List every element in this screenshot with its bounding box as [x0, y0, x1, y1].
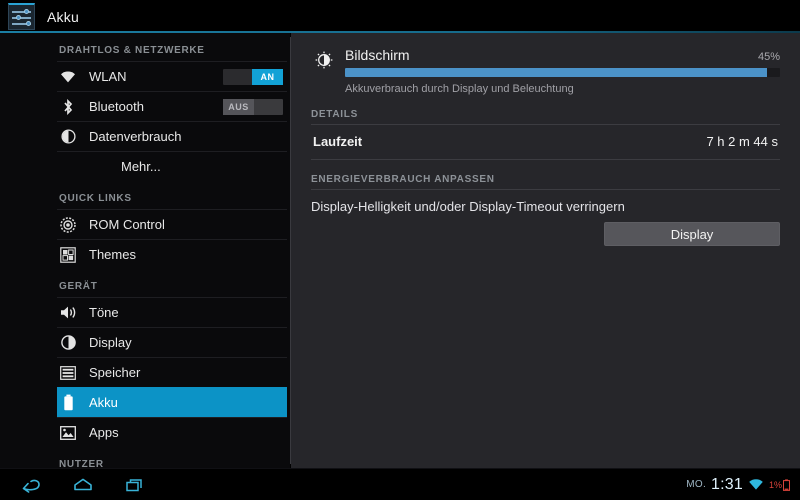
usage-progress-fill	[345, 68, 767, 77]
sidebar-item-mehr[interactable]: Mehr...	[57, 151, 287, 181]
sidebar-item-datenverbrauch[interactable]: Datenverbrauch	[57, 121, 287, 151]
sidebar-item-display[interactable]: Display	[57, 327, 287, 357]
sidebar-item-label: Display	[89, 335, 132, 350]
sidebar-item-label: Apps	[89, 425, 119, 440]
gear-icon	[57, 214, 79, 236]
display-button[interactable]: Display	[604, 222, 780, 246]
storage-icon	[57, 362, 79, 384]
wifi-status-icon	[748, 478, 764, 491]
home-icon[interactable]	[70, 474, 96, 496]
sidebar-item-label: Töne	[89, 305, 119, 320]
detail-row-value: 7 h 2 m 44 s	[706, 134, 778, 149]
battery-detail-panel: Bildschirm 45% Akkuverbrauch durch Displ…	[291, 33, 800, 468]
wlan-toggle-label: AN	[252, 68, 283, 85]
battery-level-label: 1%	[768, 479, 782, 490]
sidebar-item-label: Speicher	[89, 365, 141, 380]
sidebar-item-label: Akku	[89, 395, 118, 410]
system-navigation-bar: MO. 1:31 1%	[0, 468, 800, 500]
settings-sliders-icon[interactable]	[8, 3, 35, 30]
sidebar-item-themes[interactable]: Themes	[57, 239, 287, 269]
sidebar-item-speicher[interactable]: Speicher	[57, 357, 287, 387]
display-icon	[57, 332, 79, 354]
adjust-section-header: ENERGIEVERBRAUCH ANPASSEN	[311, 174, 780, 190]
battery-icon	[57, 392, 79, 414]
detail-row-laufzeit: Laufzeit 7 h 2 m 44 s	[311, 125, 780, 160]
sidebar-item-bluetooth[interactable]: Bluetooth AUS	[57, 91, 287, 121]
bluetooth-toggle[interactable]: AUS	[223, 98, 283, 115]
bluetooth-toggle-label: AUS	[223, 98, 254, 115]
data-usage-icon	[57, 126, 79, 148]
tablet-screen: Akku DRAHTLOS & NETZWERKE WLAN AN Blueto…	[0, 0, 800, 500]
sidebar-item-akku[interactable]: Akku	[57, 387, 287, 417]
back-arrow-icon[interactable]	[18, 474, 44, 496]
usage-percent: 45%	[757, 51, 780, 63]
sound-icon	[57, 302, 79, 324]
wifi-icon	[57, 66, 79, 88]
status-area[interactable]: MO. 1:31 1%	[686, 476, 792, 494]
sidebar-section-wireless: DRAHTLOS & NETZWERKE	[59, 45, 205, 56]
sidebar-item-label: WLAN	[89, 69, 127, 84]
usage-title: Bildschirm	[345, 47, 410, 63]
sidebar-item-label: Bluetooth	[89, 99, 144, 114]
battery-status-icon: 1%	[768, 478, 790, 491]
sidebar-section-geraet: GERÄT	[59, 281, 98, 292]
sidebar-section-quicklinks: QUICK LINKS	[59, 193, 132, 204]
sidebar-item-label: Mehr...	[121, 159, 161, 174]
sidebar-item-rom-control[interactable]: ROM Control	[57, 209, 287, 239]
usage-summary: Bildschirm 45% Akkuverbrauch durch Displ…	[311, 47, 780, 95]
sidebar-item-wlan[interactable]: WLAN AN	[57, 61, 287, 91]
wlan-toggle[interactable]: AN	[223, 68, 283, 85]
apps-icon	[57, 422, 79, 444]
sidebar-section-nutzer: NUTZER	[59, 459, 104, 468]
recent-apps-icon[interactable]	[122, 474, 148, 496]
settings-sidebar[interactable]: DRAHTLOS & NETZWERKE WLAN AN Bluetooth A…	[0, 33, 290, 468]
sidebar-item-label: Themes	[89, 247, 136, 262]
status-day: MO.	[686, 479, 707, 490]
power-tip-text: Display-Helligkeit und/oder Display-Time…	[311, 199, 625, 214]
themes-icon	[57, 244, 79, 266]
details-section-header: DETAILS	[311, 109, 780, 125]
detail-row-key: Laufzeit	[313, 134, 363, 149]
content-area: DRAHTLOS & NETZWERKE WLAN AN Bluetooth A…	[0, 33, 800, 468]
sidebar-item-label: ROM Control	[89, 217, 165, 232]
title-bar: Akku	[0, 0, 800, 33]
sidebar-item-apps[interactable]: Apps	[57, 417, 287, 447]
page-title: Akku	[47, 8, 79, 25]
spacer-icon	[57, 156, 79, 178]
bluetooth-icon	[57, 96, 79, 118]
usage-progress-bar	[345, 68, 780, 77]
brightness-icon	[311, 51, 337, 69]
action-row: Display	[311, 222, 780, 246]
sidebar-item-label: Datenverbrauch	[89, 129, 182, 144]
sidebar-item-toene[interactable]: Töne	[57, 297, 287, 327]
usage-subtitle: Akkuverbrauch durch Display und Beleucht…	[345, 83, 574, 95]
status-clock: 1:31	[711, 475, 743, 493]
